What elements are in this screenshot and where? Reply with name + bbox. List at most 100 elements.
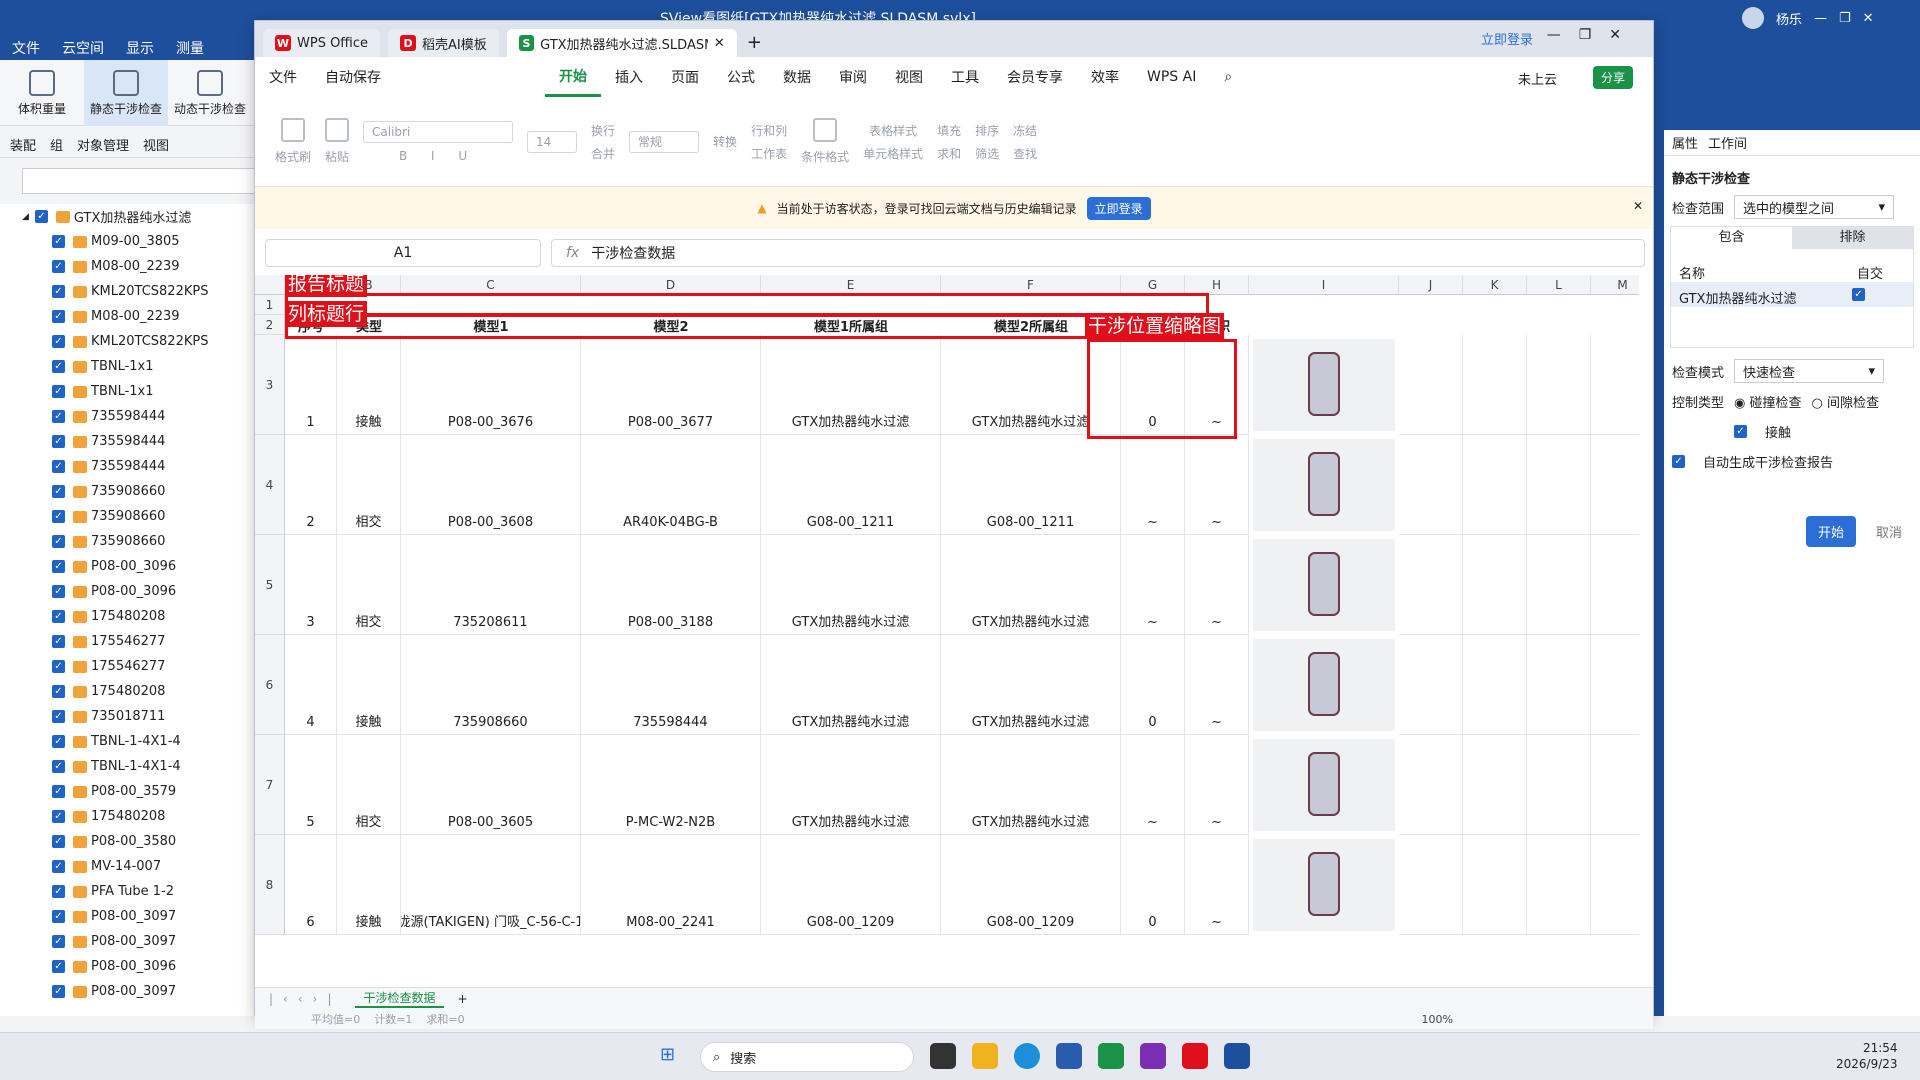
tree-checkbox[interactable]: ✓ (52, 885, 65, 898)
table-cell[interactable]: ~ (1185, 335, 1249, 435)
cloud-status[interactable]: 未上云 (1518, 69, 1557, 88)
avatar[interactable] (1742, 7, 1764, 29)
tree-item[interactable]: ✓ TBNL-1x1 (0, 354, 258, 379)
close-icon[interactable]: ✕ (1863, 11, 1874, 26)
start-menu-icon[interactable]: ⊞ (660, 1044, 675, 1065)
start-button[interactable]: 开始 (1805, 516, 1856, 547)
tree-checkbox[interactable]: ✓ (52, 710, 65, 723)
tab-properties[interactable]: 属性 (1672, 133, 1698, 152)
table-cell[interactable]: 0 (1121, 635, 1185, 735)
wps-taskbar-icon[interactable] (1182, 1043, 1208, 1069)
table-cell[interactable]: M08-00_2241 (581, 835, 761, 935)
table-cell[interactable]: P08-00_3605 (401, 735, 581, 835)
empty-cell[interactable] (1399, 735, 1463, 835)
tree-checkbox[interactable]: ✓ (52, 410, 65, 423)
interference-thumbnail[interactable] (1253, 539, 1395, 631)
table-cell[interactable]: P08-00_3188 (581, 535, 761, 635)
tree-item[interactable]: ✓ TBNL-1-4X1-4 (0, 754, 258, 779)
row-header[interactable]: 2 (255, 315, 285, 335)
table-cell[interactable]: 5 (285, 735, 337, 835)
search-icon[interactable]: ⌕ (1210, 57, 1246, 97)
tree-checkbox[interactable]: ✓ (52, 760, 65, 773)
table-cell[interactable]: G08-00_1209 (941, 835, 1121, 935)
zoom-level[interactable]: 100% (1422, 1013, 1453, 1026)
table-cell[interactable]: ~ (1185, 635, 1249, 735)
empty-cell[interactable] (1591, 335, 1639, 435)
tree-item[interactable]: ✓ P08-00_3579 (0, 779, 258, 804)
menu-file[interactable]: 文件 (12, 38, 40, 58)
empty-cell[interactable] (1591, 735, 1639, 835)
table-cell[interactable]: 0 (1121, 835, 1185, 935)
tab-include[interactable]: 包含 (1671, 227, 1792, 249)
table-cell[interactable]: 4 (285, 635, 337, 735)
tree-item[interactable]: ✓ 735598444 (0, 454, 258, 479)
row-header[interactable]: 3 (255, 335, 285, 435)
tree-item[interactable]: ✓ TBNL-1-4X1-4 (0, 729, 258, 754)
menu-file[interactable]: 文件 (255, 57, 311, 97)
menu-tools[interactable]: 工具 (937, 57, 993, 97)
table-cell[interactable]: 2 (285, 435, 337, 535)
table-cell[interactable]: ~ (1121, 735, 1185, 835)
tree-item[interactable]: ✓ 735908660 (0, 529, 258, 554)
tree-checkbox[interactable]: ✓ (52, 260, 65, 273)
tree-item[interactable]: ✓ KML20TCS822KPS (0, 329, 258, 354)
tree-checkbox[interactable]: ✓ (52, 385, 65, 398)
login-link[interactable]: 立即登录 (1481, 29, 1533, 48)
interference-thumbnail[interactable] (1253, 439, 1395, 531)
menu-formula[interactable]: 公式 (713, 57, 769, 97)
clearance-radio[interactable]: ○ 间隙检查 (1812, 392, 1880, 411)
table-cell[interactable]: 735598444 (581, 635, 761, 735)
table-cell[interactable]: ~ (1185, 435, 1249, 535)
column-header[interactable]: M (1591, 275, 1639, 295)
tree-checkbox[interactable]: ✓ (52, 510, 65, 523)
empty-cell[interactable] (1463, 535, 1527, 635)
table-cell[interactable]: ~ (1185, 735, 1249, 835)
table-cell[interactable]: 相交 (337, 535, 401, 635)
column-header[interactable]: F (941, 275, 1121, 295)
table-cell[interactable]: GTX加热器纯水过滤 (941, 335, 1121, 435)
empty-cell[interactable] (1463, 735, 1527, 835)
tree-item[interactable]: ✓ P08-00_3097 (0, 929, 258, 954)
table-cell[interactable]: GTX加热器纯水过滤 (761, 735, 941, 835)
sheet-nav-arrows[interactable]: |‹‹›| (269, 992, 341, 1006)
close-notice-icon[interactable]: ✕ (1633, 199, 1643, 213)
menu-display[interactable]: 显示 (126, 38, 154, 58)
table-cell[interactable]: GTX加热器纯水过滤 (941, 735, 1121, 835)
menu-measure[interactable]: 测量 (176, 38, 204, 58)
table-cell[interactable]: P08-00_3676 (401, 335, 581, 435)
volume-weight-button[interactable]: 体积重量 (0, 60, 84, 126)
empty-cell[interactable] (1591, 435, 1639, 535)
tree-item[interactable]: ✓ M08-00_2239 (0, 254, 258, 279)
row-header[interactable]: 1 (255, 295, 285, 315)
font-name-select[interactable]: Calibri (363, 120, 514, 143)
tab-assembly[interactable]: 装配 (10, 135, 36, 154)
freeze-button[interactable]: 冻结 查找 (1013, 122, 1037, 162)
table-cell[interactable]: P08-00_3677 (581, 335, 761, 435)
column-header[interactable]: L (1527, 275, 1591, 295)
onenote-icon[interactable] (1140, 1043, 1166, 1069)
table-cell[interactable]: GTX加热器纯水过滤 (941, 635, 1121, 735)
tree-item[interactable]: ✓ 175480208 (0, 604, 258, 629)
table-cell[interactable]: GTX加热器纯水过滤 (761, 535, 941, 635)
table-cell[interactable]: 接触 (337, 335, 401, 435)
tree-item[interactable]: ✓ 735908660 (0, 479, 258, 504)
dynamic-interference-button[interactable]: 动态干涉检查 (168, 60, 252, 126)
tree-checkbox[interactable]: ✓ (52, 910, 65, 923)
tree-checkbox[interactable]: ✓ (52, 310, 65, 323)
table-cell[interactable]: ~ (1185, 835, 1249, 935)
sheet-tab-active[interactable]: 干涉检查数据 (355, 989, 444, 1008)
tree-item[interactable]: ✓ P08-00_3096 (0, 579, 258, 604)
tab-workspace[interactable]: 工作间 (1708, 133, 1747, 152)
empty-cell[interactable] (1527, 735, 1591, 835)
row-header[interactable]: 8 (255, 835, 285, 935)
tree-checkbox[interactable]: ✓ (52, 685, 65, 698)
empty-cell[interactable] (1399, 635, 1463, 735)
tree-item[interactable]: ✓ MV-14-007 (0, 854, 258, 879)
tree-checkbox[interactable]: ✓ (52, 735, 65, 748)
sview-taskbar-icon[interactable] (1224, 1043, 1250, 1069)
empty-cell[interactable] (1527, 435, 1591, 535)
share-button[interactable]: 分享 (1592, 66, 1633, 89)
tree-item[interactable]: ✓ P08-00_3097 (0, 904, 258, 929)
formula-input[interactable]: fx 干涉检查数据 (551, 239, 1645, 267)
table-cell[interactable]: 接触 (337, 635, 401, 735)
